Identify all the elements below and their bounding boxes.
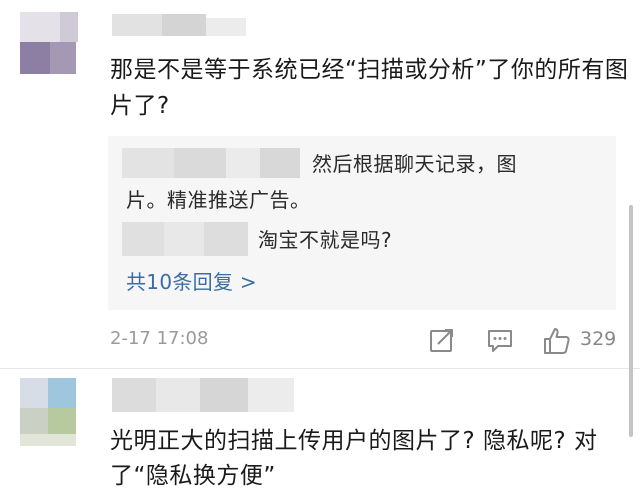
reply-text: 淘宝不就是吗?: [258, 228, 393, 252]
reply-box: 然后根据聊天记录，图 片。精准推送广告。 淘宝不就是吗? 共10条回复 >: [108, 136, 616, 310]
reply-text: 然后根据聊天记录，图: [312, 152, 517, 176]
reply-text: 片。精准推送广告。: [126, 188, 311, 212]
share-icon[interactable]: [428, 326, 456, 358]
timestamp: 2-17 17:08: [110, 328, 209, 349]
comment-text: 光明正大的扫描上传用户的图片了? 隐私呢? 对了“隐私换方便”: [110, 428, 598, 489]
more-replies-link[interactable]: 共10条回复 >: [126, 266, 257, 295]
comment-text: 那是不是等于系统已经“扫描或分析”了你的所有图片了?: [110, 57, 629, 119]
like-count: 329: [580, 328, 617, 350]
divider: [0, 368, 640, 369]
scrollbar[interactable]: [629, 205, 633, 437]
comment-icon[interactable]: [486, 326, 514, 358]
like-icon[interactable]: [542, 326, 572, 360]
comment-meta: 2-17 17:08 329: [110, 326, 620, 356]
